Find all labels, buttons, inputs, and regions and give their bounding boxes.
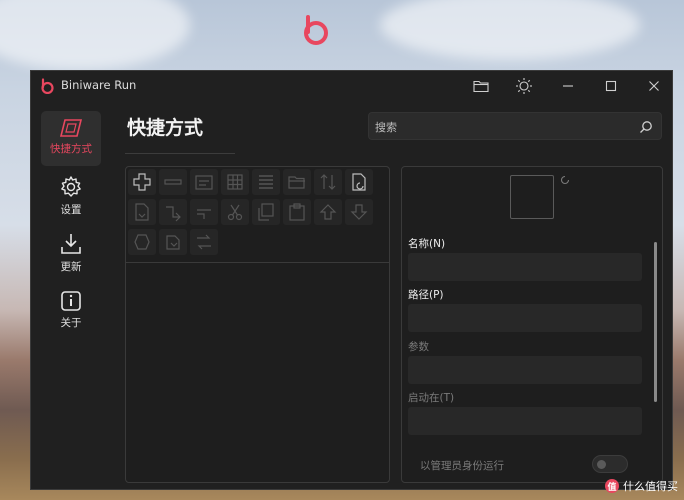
title-divider xyxy=(125,153,235,154)
detail-scrollbar[interactable] xyxy=(654,242,657,402)
close-icon xyxy=(649,81,659,91)
remove-shortcut-button[interactable] xyxy=(159,169,187,195)
run-as-admin-label: 以管理员身份运行 xyxy=(420,460,504,472)
shortcut-icon xyxy=(59,119,83,137)
indent-button[interactable] xyxy=(159,199,187,225)
arguments-label: 参数 xyxy=(408,341,429,353)
transfer-icon xyxy=(320,174,336,190)
titlebar: Biniware Run xyxy=(31,71,672,101)
run-as-admin-toggle[interactable] xyxy=(592,455,628,473)
maximize-icon xyxy=(605,80,617,92)
watermark-badge: 值 xyxy=(605,479,619,493)
path-label: 路径(P) xyxy=(408,289,444,301)
start-in-label: 启动在(T) xyxy=(408,392,455,404)
sky-cloud xyxy=(0,0,190,70)
new-file-icon xyxy=(352,173,366,191)
close-button[interactable] xyxy=(639,74,669,98)
sidebar-item-label: 关于 xyxy=(60,317,82,329)
grid-view-button[interactable] xyxy=(221,169,249,195)
import-icon xyxy=(166,235,180,250)
sky-cloud xyxy=(380,0,640,60)
outdent-icon xyxy=(197,209,211,219)
search-box xyxy=(368,112,662,140)
search-icon[interactable] xyxy=(639,120,653,134)
path-field[interactable] xyxy=(408,304,642,332)
download-icon xyxy=(61,234,81,254)
window-title: Biniware Run xyxy=(61,78,137,92)
app-window: Biniware Run 快捷方式 设置 更新 关于 快捷方式 搜索 名称(N)… xyxy=(30,70,673,490)
move-down-icon xyxy=(350,204,368,220)
sidebar-item-label: 快捷方式 xyxy=(50,143,92,155)
export-icon xyxy=(197,234,211,250)
move-up-icon xyxy=(319,204,337,220)
sidebar-item-label: 设置 xyxy=(60,204,82,216)
shortcut-list-panel xyxy=(125,166,390,483)
sidebar-item-about[interactable]: 关于 xyxy=(41,283,101,338)
maximize-button[interactable] xyxy=(596,74,626,98)
refresh-icon[interactable] xyxy=(560,175,570,185)
import-button[interactable] xyxy=(159,229,187,255)
new-file-button[interactable] xyxy=(345,169,373,195)
paste-button[interactable] xyxy=(283,199,311,225)
sidebar-item-update[interactable]: 更新 xyxy=(41,225,101,280)
file-export-button[interactable] xyxy=(128,199,156,225)
sidebar-item-settings[interactable]: 设置 xyxy=(41,168,101,223)
export-button[interactable] xyxy=(190,229,218,255)
shortcut-detail-panel: 名称(N) 路径(P) 参数 启动在(T) 以管理员身份运行 xyxy=(401,166,663,483)
transfer-button[interactable] xyxy=(314,169,342,195)
cut-button[interactable] xyxy=(221,199,249,225)
paste-icon xyxy=(289,203,305,221)
app-logo-icon xyxy=(41,78,54,94)
cut-icon xyxy=(227,204,243,221)
remove-icon xyxy=(164,179,182,185)
gear-icon xyxy=(61,176,81,197)
add-shortcut-button[interactable] xyxy=(128,169,156,195)
outdent-button[interactable] xyxy=(190,199,218,225)
edit-icon xyxy=(195,175,213,190)
open-folder-button[interactable] xyxy=(466,74,496,98)
theme-toggle-button[interactable] xyxy=(509,74,539,98)
file-export-icon xyxy=(135,203,149,221)
edit-button[interactable] xyxy=(190,169,218,195)
minimize-button[interactable] xyxy=(553,74,583,98)
add-icon xyxy=(133,173,151,191)
grid-icon xyxy=(227,174,243,190)
info-icon xyxy=(61,291,81,311)
sidebar-item-shortcuts[interactable]: 快捷方式 xyxy=(41,111,101,166)
search-input[interactable] xyxy=(375,118,635,136)
minimize-icon xyxy=(563,85,573,87)
theme-sun-icon xyxy=(516,78,532,94)
folder-open-icon xyxy=(288,176,305,189)
watermark: 值 什么值得买 xyxy=(605,478,678,494)
name-field[interactable] xyxy=(408,253,642,281)
indent-icon xyxy=(166,206,181,222)
open-folder-tool-button[interactable] xyxy=(283,169,311,195)
start-in-field[interactable] xyxy=(408,407,642,435)
shortcut-toolbar xyxy=(126,167,389,263)
page-title: 快捷方式 xyxy=(127,117,204,139)
list-view-button[interactable] xyxy=(252,169,280,195)
file-import-button[interactable] xyxy=(128,229,156,255)
copy-button[interactable] xyxy=(252,199,280,225)
toggle-knob xyxy=(597,460,606,469)
shortcut-icon-preview[interactable] xyxy=(510,175,554,219)
folder-icon xyxy=(473,80,489,93)
sidebar-item-label: 更新 xyxy=(60,261,82,273)
file-import-icon xyxy=(134,234,150,250)
watermark-text: 什么值得买 xyxy=(623,480,678,493)
arguments-field[interactable] xyxy=(408,356,642,384)
copy-icon xyxy=(258,203,274,221)
move-up-button[interactable] xyxy=(314,199,342,225)
move-down-button[interactable] xyxy=(345,199,373,225)
name-label: 名称(N) xyxy=(408,238,446,250)
biniware-logo-icon xyxy=(304,15,328,45)
list-icon xyxy=(259,175,273,189)
